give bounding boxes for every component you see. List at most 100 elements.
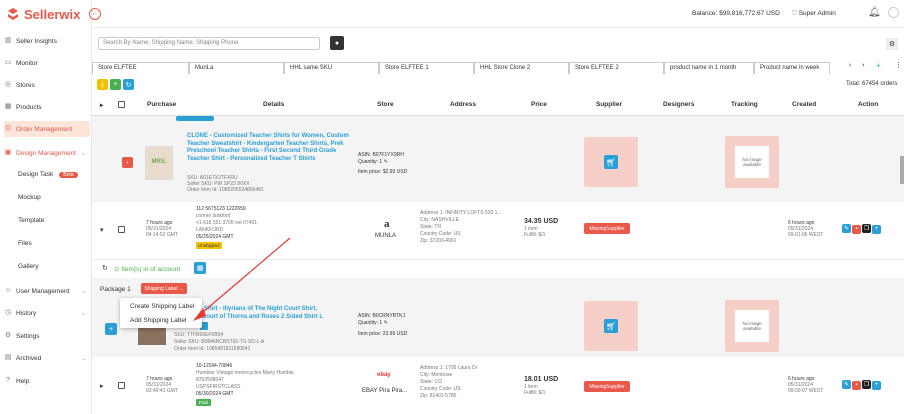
tab-store[interactable]: HHL same SKU	[284, 62, 379, 74]
sidebar-item-settings[interactable]: ⚙ Settings	[4, 328, 90, 344]
refresh-button[interactable]: ↻	[123, 79, 134, 90]
users-icon: ☺	[4, 287, 12, 294]
product-sku: SKU: TTFB66EF6B94	[174, 332, 224, 338]
missing-supplier-button[interactable]: MissingSupplier	[584, 381, 630, 392]
edit-button[interactable]: ✎	[842, 224, 851, 233]
palette-icon: ▣	[4, 149, 12, 156]
order-item-id: Order Item Id: 1085295534866481	[187, 187, 264, 193]
sidebar-item-products[interactable]: ▦ Products	[4, 99, 90, 115]
tab-store[interactable]: Store ELFTEE 2	[569, 62, 664, 74]
col-tracking: Tracking	[731, 101, 758, 108]
sidebar-item-label: Seller Insights	[16, 37, 57, 45]
created-time2: 09:01:06 WEST	[788, 232, 824, 238]
cart-button[interactable]: 🛒︎	[604, 155, 618, 169]
logo[interactable]: Sellerwix	[6, 6, 80, 22]
add-item-button[interactable]: +	[105, 323, 117, 335]
archive-icon: ▤	[4, 354, 12, 361]
amazon-logo: a	[384, 218, 390, 230]
app-name: Sellerwix	[24, 6, 81, 22]
download-button[interactable]: ⤓	[97, 79, 108, 90]
tab-store[interactable]: Store ELFTEE 1	[379, 62, 474, 74]
role-selector[interactable]: ⛉ Super Admin	[792, 10, 836, 18]
add-tab-icon[interactable]: +	[876, 61, 881, 70]
purchase-time2: 04:14:52 GMT	[146, 232, 178, 238]
search-button[interactable]: ●	[330, 36, 344, 50]
store-tabs: Store ELFTEE MunLa HHL same SKU Store EL…	[92, 62, 830, 74]
chevron-down-icon: ⌄	[80, 150, 86, 157]
row-checkbox[interactable]	[118, 226, 125, 233]
add-row-button[interactable]: +	[872, 380, 881, 390]
tab-store[interactable]: product name in 1 month	[664, 62, 754, 74]
sidebar-item-label: Stores	[16, 81, 35, 89]
sidebar-item-design-management[interactable]: ▣ Design Management ⌄	[4, 145, 90, 161]
avatar[interactable]	[888, 7, 899, 18]
tab-store[interactable]: MunLa	[189, 62, 284, 74]
tab-store[interactable]: HHL Store Clone 2	[474, 62, 569, 74]
plus-icon: +	[874, 382, 879, 388]
bell-icon[interactable]: 🔔︎	[868, 7, 881, 18]
refresh-icon[interactable]: ↻	[102, 264, 108, 272]
expand-all-icon[interactable]: ▸	[100, 101, 103, 109]
sidebar-sub-design-task[interactable]: Design Task Beta	[18, 171, 78, 178]
tab-prev-icon[interactable]: ‹	[849, 62, 851, 69]
product-tag	[176, 116, 214, 121]
address-city: City: NASHVILLE	[420, 217, 459, 223]
tab-store[interactable]: Store ELFTEE	[92, 62, 189, 74]
tracking-box: No image available	[725, 136, 779, 188]
tab-next-icon[interactable]: ›	[862, 62, 864, 69]
sidebar-item-label: Settings	[16, 332, 40, 340]
expand-icon[interactable]: ▾	[100, 226, 104, 234]
sidebar-item-help[interactable]: ? Help	[4, 373, 90, 389]
cart-button[interactable]: 🛒︎	[604, 319, 618, 333]
logo-icon	[8, 8, 18, 20]
price: 34.35 USD	[524, 218, 559, 225]
more-icon[interactable]: ⋮	[895, 61, 902, 69]
sidebar-sub-mockup[interactable]: Mockup	[18, 194, 41, 201]
edit-icon[interactable]: ✎	[384, 159, 388, 165]
product-title-link[interactable]: CLONE - Customized Teacher Shirts for Wo…	[187, 133, 357, 163]
select-all-checkbox[interactable]	[118, 101, 125, 108]
add-shipping-label-item[interactable]: Add Shipping Label	[130, 317, 186, 324]
address-zip: Zip: 37203-4061	[420, 238, 457, 244]
expand-icon[interactable]: ▸	[100, 382, 104, 390]
add-row-button[interactable]: +	[872, 224, 881, 234]
delete-item-button[interactable]: ▪	[122, 157, 133, 168]
edit-icon[interactable]: ✎	[384, 320, 388, 326]
row-checkbox[interactable]	[118, 382, 125, 389]
status-badge: Paid	[196, 399, 212, 406]
trash-icon: ▪	[855, 226, 858, 232]
sidebar-item-order-management[interactable]: ⊡ Order Management	[4, 121, 90, 137]
sidebar-item-user-management[interactable]: ☺ User Management ⌄	[4, 283, 90, 299]
sidebar-sub-gallery[interactable]: Gallery	[18, 263, 39, 270]
sidebar-sub-template[interactable]: Template	[18, 217, 44, 224]
delete-button[interactable]: ▪	[852, 380, 861, 390]
tab-store[interactable]: Product name in week	[754, 62, 830, 74]
product-thumbnail[interactable]: MRS.	[145, 146, 173, 180]
sidebar-item-history[interactable]: ◷ History ⌄	[4, 305, 90, 321]
copy-button[interactable]: ❐	[862, 224, 871, 233]
product-detail-row: ▪ MRS. CLONE - Customized Teacher Shirts…	[92, 116, 904, 202]
sidebar-item-archived[interactable]: ▤ Archived ⌄	[4, 350, 90, 366]
sidebar-item-stores[interactable]: ◎ Stores	[4, 77, 90, 93]
address-1: Address 1: 1795 Laura Dr	[420, 365, 478, 371]
refresh-icon: ↻	[125, 81, 132, 89]
missing-supplier-button[interactable]: MissingSupplier	[584, 223, 630, 234]
delete-button[interactable]: ▪	[852, 224, 861, 234]
scrollbar[interactable]	[900, 156, 904, 184]
copy-button[interactable]: ❐	[862, 380, 871, 389]
edit-button[interactable]: ✎	[842, 380, 851, 389]
chevron-down-icon: ⌄	[80, 310, 86, 317]
item-count-label: ⊙ Item(s) in of account	[114, 265, 180, 273]
settings-button[interactable]: ⚙	[886, 38, 898, 50]
check-circle-icon: ⊙	[114, 266, 120, 273]
sidebar-item-label: History	[16, 309, 37, 317]
total-orders: Total: 67454 orders	[846, 81, 898, 87]
add-button[interactable]: +	[110, 79, 121, 90]
store-name: MUNLA	[375, 233, 397, 239]
col-address: Address	[450, 101, 477, 108]
collapse-sidebar-button[interactable]: ←	[89, 8, 101, 20]
sidebar-sub-files[interactable]: Files	[18, 240, 32, 247]
sidebar-item-monitor[interactable]: ▭ Monitor	[4, 55, 90, 71]
search-input[interactable]: Search By Name, Shipping Name, Shipping …	[98, 37, 320, 50]
sidebar-item-seller-insights[interactable]: ▥ Seller Insights	[4, 33, 90, 49]
